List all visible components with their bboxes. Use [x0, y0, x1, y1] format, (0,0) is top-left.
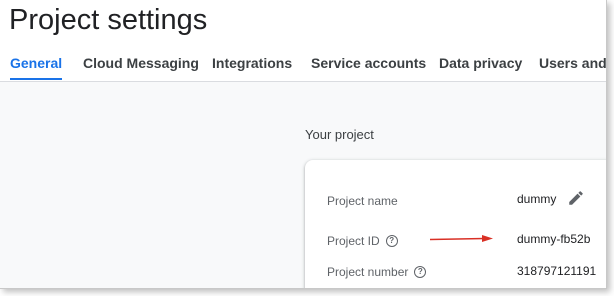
tab-general[interactable]: General [10, 52, 63, 80]
tab-service-accounts[interactable]: Service accounts [311, 52, 426, 80]
project-name-value: dummy [517, 192, 557, 206]
section-title: Your project [305, 127, 374, 142]
help-circle-icon[interactable]: ? [414, 265, 427, 278]
project-id-row: Project ID? [327, 234, 398, 248]
project-number-label: Project number [327, 265, 409, 279]
settings-tabs: General Cloud Messaging Integrations Ser… [0, 52, 606, 82]
project-id-label: Project ID [327, 234, 380, 248]
project-number-value: 318797121191 [517, 264, 597, 278]
project-number-row: Project number? [327, 265, 427, 279]
settings-window: Project settings General Cloud Messaging… [0, 0, 607, 289]
help-circle-icon[interactable]: ? [385, 234, 398, 247]
tab-users-and-permissions[interactable]: Users and p [539, 52, 606, 80]
project-id-value: dummy-fb52b [517, 232, 591, 246]
main-content: Your project Project name dummy Project … [0, 82, 606, 288]
tab-data-privacy[interactable]: Data privacy [439, 52, 522, 80]
page-header: Project settings General Cloud Messaging… [0, 0, 606, 82]
tab-cloud-messaging[interactable]: Cloud Messaging [83, 52, 199, 80]
project-card: Project name dummy Project ID? dummy-fb5… [305, 160, 606, 288]
page-title: Project settings [9, 4, 208, 36]
project-name-label: Project name [327, 194, 398, 208]
red-arrow-annotation [430, 235, 493, 242]
tab-integrations[interactable]: Integrations [212, 52, 292, 80]
pencil-icon[interactable] [567, 189, 585, 207]
